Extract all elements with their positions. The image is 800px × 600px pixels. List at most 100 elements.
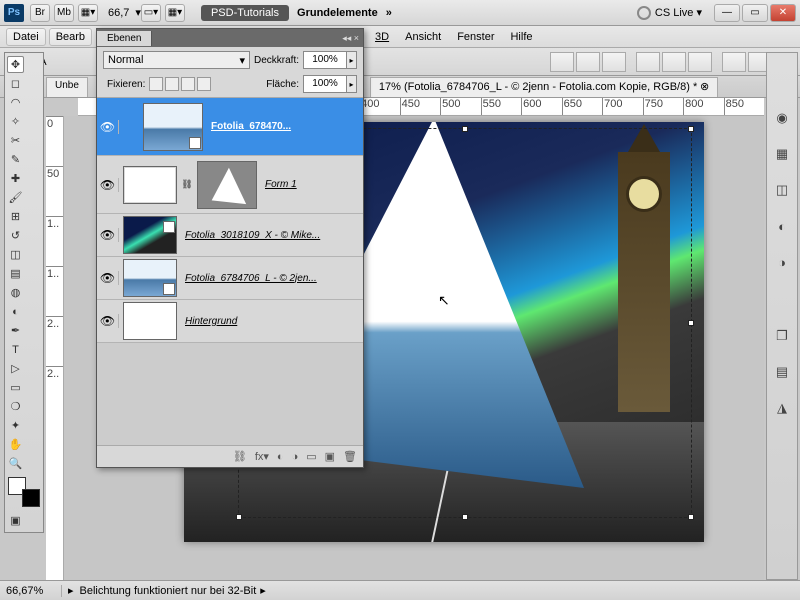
color-swatches[interactable] bbox=[8, 477, 40, 507]
marquee-tool-icon[interactable]: ◻ bbox=[7, 75, 24, 92]
align-button-3[interactable] bbox=[602, 52, 626, 72]
move-tool-icon[interactable]: ✥ bbox=[7, 56, 24, 73]
layer-name[interactable]: Hintergrund bbox=[181, 316, 363, 327]
layer-row[interactable]: 👁 Fotolia_6784706_L - © 2jen... bbox=[97, 257, 363, 300]
distribute-button-1[interactable] bbox=[722, 52, 746, 72]
visibility-icon[interactable]: 👁 bbox=[97, 178, 119, 192]
visibility-icon[interactable]: 👁 bbox=[97, 120, 119, 134]
shape-tool-icon[interactable]: ▭ bbox=[7, 379, 24, 396]
mask-icon[interactable]: ◐ bbox=[277, 451, 284, 463]
layer-thumb[interactable] bbox=[143, 103, 203, 151]
minibridge-button[interactable]: Mb bbox=[54, 4, 74, 22]
layers-tab[interactable]: Ebenen bbox=[97, 31, 152, 46]
link-layers-icon[interactable]: ⛓ bbox=[233, 450, 247, 463]
layer-row[interactable]: 👁 Hintergrund bbox=[97, 300, 363, 343]
heal-tool-icon[interactable]: ✚ bbox=[7, 170, 24, 187]
blur-tool-icon[interactable]: ◍ bbox=[7, 284, 24, 301]
layer-row[interactable]: 👁 Fotolia_3018109_X - © Mike... bbox=[97, 214, 363, 257]
quickmask-icon[interactable]: ▣ bbox=[7, 512, 24, 529]
visibility-icon[interactable]: 👁 bbox=[97, 228, 119, 242]
arrange-docs-button[interactable]: ▦▾ bbox=[78, 4, 98, 22]
stamp-tool-icon[interactable]: ⊞ bbox=[7, 208, 24, 225]
gradient-tool-icon[interactable]: ▤ bbox=[7, 265, 24, 282]
history-brush-icon[interactable]: ↺ bbox=[7, 227, 24, 244]
opacity-input[interactable]: 100% bbox=[303, 51, 347, 69]
workspace-more-icon[interactable]: » bbox=[386, 7, 392, 19]
bridge-button[interactable]: Br bbox=[30, 4, 50, 22]
cs-live[interactable]: CS Live ▾ bbox=[637, 6, 702, 20]
lock-pixels-icon[interactable] bbox=[165, 77, 179, 91]
visibility-icon[interactable]: 👁 bbox=[97, 271, 119, 285]
extras-button[interactable]: ▦▾ bbox=[165, 4, 185, 22]
adjust-panel-icon[interactable]: ◐ bbox=[773, 217, 791, 235]
menu-fenster[interactable]: Fenster bbox=[449, 31, 502, 43]
fill-flyout-icon[interactable]: ▸ bbox=[347, 75, 357, 93]
crop-tool-icon[interactable]: ✂ bbox=[7, 132, 24, 149]
align-button-1[interactable] bbox=[550, 52, 574, 72]
channels-panel-icon[interactable]: ▤ bbox=[773, 363, 791, 381]
lock-transparency-icon[interactable] bbox=[149, 77, 163, 91]
menu-datei[interactable]: Datei bbox=[6, 28, 46, 46]
layer-name[interactable]: Form 1 bbox=[261, 179, 363, 190]
fx-icon[interactable]: fx▾ bbox=[255, 450, 269, 463]
menu-3d[interactable]: 3D bbox=[367, 31, 397, 43]
status-zoom[interactable]: 66,67% bbox=[6, 585, 62, 597]
menu-bearbeiten[interactable]: Bearb bbox=[49, 28, 92, 46]
zoom-level[interactable]: 66,7 bbox=[108, 7, 129, 19]
visibility-icon[interactable]: 👁 bbox=[97, 314, 119, 328]
path-tool-icon[interactable]: ▷ bbox=[7, 360, 24, 377]
mask-panel-icon[interactable]: ◑ bbox=[773, 253, 791, 271]
close-button[interactable]: ✕ bbox=[770, 4, 796, 22]
status-arrow-icon[interactable]: ▸ bbox=[68, 584, 74, 597]
maximize-button[interactable]: ▭ bbox=[742, 4, 768, 22]
eyedropper-tool-icon[interactable]: ✎ bbox=[7, 151, 24, 168]
workspace-grundelemente[interactable]: Grundelemente bbox=[297, 7, 378, 19]
layer-thumb[interactable] bbox=[123, 302, 177, 340]
layer-thumb[interactable] bbox=[123, 216, 177, 254]
blend-mode-select[interactable]: Normal▾ bbox=[103, 51, 250, 69]
align-button-5[interactable] bbox=[662, 52, 686, 72]
layer-name[interactable]: Fotolia_3018109_X - © Mike... bbox=[181, 230, 363, 241]
status-arrow-icon[interactable]: ▸ bbox=[260, 584, 266, 597]
panel-collapse-icon[interactable]: ◂◂ × bbox=[338, 33, 363, 44]
zoom-tool-icon[interactable]: 🔍 bbox=[7, 455, 24, 472]
lock-all-icon[interactable] bbox=[197, 77, 211, 91]
opacity-flyout-icon[interactable]: ▸ bbox=[347, 51, 357, 69]
layer-thumb[interactable] bbox=[123, 166, 177, 204]
delete-icon[interactable]: 🗑 bbox=[343, 450, 357, 463]
align-button-4[interactable] bbox=[636, 52, 660, 72]
doc-tab-2[interactable]: 17% (Fotolia_6784706_L - © 2jenn - Fotol… bbox=[370, 77, 718, 97]
menu-hilfe[interactable]: Hilfe bbox=[502, 31, 540, 43]
paths-panel-icon[interactable]: ◮ bbox=[773, 399, 791, 417]
layer-thumb[interactable] bbox=[123, 259, 177, 297]
eraser-tool-icon[interactable]: ◫ bbox=[7, 246, 24, 263]
tab-close-icon[interactable]: ⊗ bbox=[700, 81, 709, 93]
align-button-2[interactable] bbox=[576, 52, 600, 72]
layer-row[interactable]: 👁 Fotolia_678470... bbox=[97, 98, 363, 156]
menu-ansicht[interactable]: Ansicht bbox=[397, 31, 449, 43]
align-button-6[interactable] bbox=[688, 52, 712, 72]
hand-tool-icon[interactable]: ✋ bbox=[7, 436, 24, 453]
minimize-button[interactable]: — bbox=[714, 4, 740, 22]
brush-tool-icon[interactable]: 🖌 bbox=[7, 189, 24, 206]
doc-tab-1[interactable]: Unbe bbox=[46, 77, 88, 97]
group-icon[interactable]: ▭ bbox=[306, 450, 316, 463]
lock-position-icon[interactable] bbox=[181, 77, 195, 91]
styles-panel-icon[interactable]: ◫ bbox=[773, 181, 791, 199]
layers-panel-icon[interactable]: ❐ bbox=[773, 327, 791, 345]
lasso-tool-icon[interactable]: ◠ bbox=[7, 94, 24, 111]
pen-tool-icon[interactable]: ✒ bbox=[7, 322, 24, 339]
dodge-tool-icon[interactable]: ◐ bbox=[7, 303, 24, 320]
camera-tool-icon[interactable]: ✦ bbox=[7, 417, 24, 434]
wand-tool-icon[interactable]: ✧ bbox=[7, 113, 24, 130]
layer-name[interactable]: Fotolia_678470... bbox=[207, 121, 363, 132]
3d-tool-icon[interactable]: ❍ bbox=[7, 398, 24, 415]
layer-name[interactable]: Fotolia_6784706_L - © 2jen... bbox=[181, 273, 363, 284]
fill-input[interactable]: 100% bbox=[303, 75, 347, 93]
vector-mask-thumb[interactable] bbox=[197, 161, 257, 209]
adjustment-icon[interactable]: ◑ bbox=[292, 451, 299, 463]
new-layer-icon[interactable]: ▣ bbox=[325, 450, 335, 463]
screen-mode-button[interactable]: ▭▾ bbox=[141, 4, 161, 22]
type-tool-icon[interactable]: T bbox=[7, 341, 24, 358]
swatches-panel-icon[interactable]: ▦ bbox=[773, 145, 791, 163]
